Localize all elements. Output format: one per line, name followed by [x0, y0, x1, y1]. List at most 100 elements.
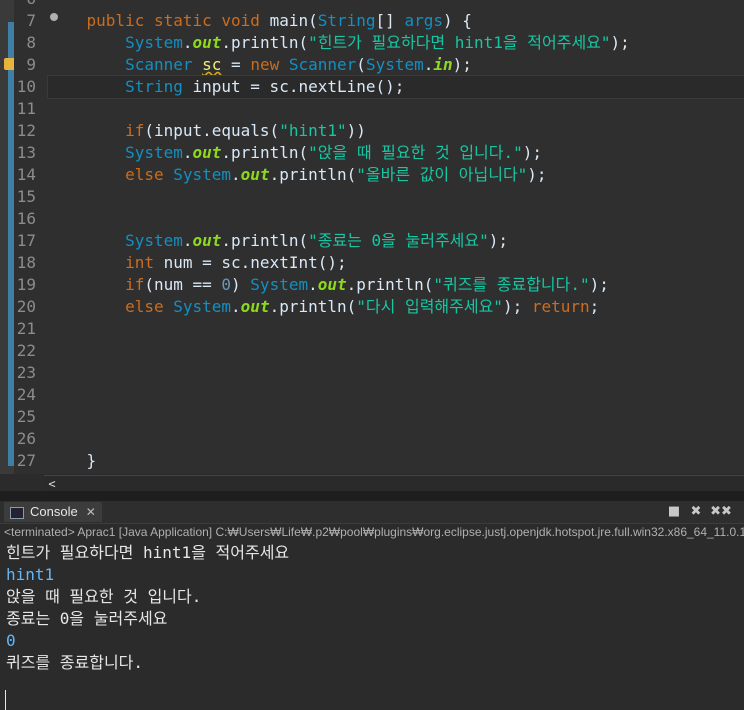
console-line: 종료는 0을 눌러주세요 [6, 609, 168, 628]
tab-console[interactable]: Console ✕ [4, 502, 102, 522]
line-number: 27 [16, 451, 36, 470]
line-number: 24 [16, 385, 36, 404]
code-text: (num == [144, 275, 222, 294]
code-editor[interactable]: 6 7 8 9 10 11 12 13 14 15 16 17 18 19 20… [0, 0, 744, 474]
type-name: System [125, 33, 183, 52]
string-literal: "앉을 때 필요한 것 입니다." [308, 143, 523, 162]
code-line: Scanner sc = new Scanner(System.in); [48, 54, 744, 76]
code-text: } [86, 451, 97, 470]
code-text: )) [346, 121, 366, 140]
line-number: 19 [16, 275, 36, 294]
code-text: . [231, 165, 241, 184]
method-name: main [269, 11, 309, 30]
text-caret [5, 690, 6, 710]
static-field: out [240, 165, 270, 184]
console-line: 힌트가 필요하다면 hint1을 적어주세요 [6, 543, 290, 562]
line-number: 8 [26, 33, 36, 52]
keyword: void [221, 11, 260, 30]
static-field: in [433, 55, 453, 74]
line-number: 7 [26, 11, 36, 30]
line-number: 9 [26, 55, 36, 74]
code-text: ); [527, 165, 547, 184]
line-number: 15 [16, 187, 36, 206]
keyword: if [125, 121, 145, 140]
horizontal-scrollbar[interactable]: < [44, 475, 744, 492]
static-field: out [317, 275, 347, 294]
keyword: int [125, 253, 154, 272]
console-input-line: hint1 [6, 565, 55, 584]
tab-console-label: Console [30, 504, 78, 519]
type-name: System [173, 165, 232, 184]
code-text: ; [589, 297, 600, 316]
line-number: 21 [16, 319, 36, 338]
code-text: .println( [221, 33, 309, 52]
type-name: Scanner [288, 55, 357, 74]
keyword: else [125, 297, 164, 316]
code-text: ); [452, 55, 472, 74]
line-number: 11 [16, 99, 36, 118]
code-line: if(input.equals("hint1")) [48, 120, 744, 142]
remove-launch-icon[interactable]: ✖ [688, 504, 704, 520]
line-number: 25 [16, 407, 36, 426]
string-literal: "힌트가 필요하다면 hint1을 적어주세요" [308, 33, 611, 52]
line-number: 16 [16, 209, 36, 228]
line-number: 18 [16, 253, 36, 272]
remove-all-terminated-icon[interactable]: ✖✖ [710, 504, 732, 520]
type-name: Scanner [125, 55, 193, 74]
console-output[interactable]: 힌트가 필요하다면 hint1을 적어주세요 hint1 앉을 때 필요한 것 … [0, 540, 744, 710]
string-literal: "다시 입력해주세요" [356, 297, 503, 316]
code-text: . [182, 143, 193, 162]
code-area[interactable]: public static void main(String[] args) {… [47, 0, 744, 474]
string-literal: "퀴즈를 종료합니다." [433, 275, 590, 294]
code-text: .println( [269, 165, 357, 184]
code-text: ( [308, 11, 318, 30]
type-name: System [125, 231, 183, 250]
console-process-description: <terminated> Aprac1 [Java Application] C… [4, 525, 744, 539]
code-text: ) { [442, 11, 472, 30]
code-text: [] [375, 11, 405, 30]
code-text: . [182, 231, 193, 250]
code-text: ) [231, 275, 251, 294]
code-text: ); [589, 275, 609, 294]
code-text: ); [502, 297, 532, 316]
line-number: 22 [16, 341, 36, 360]
code-text: ); [488, 231, 509, 250]
static-field: out [192, 33, 222, 52]
line-number: 10 [16, 77, 36, 96]
keyword: if [125, 275, 145, 294]
string-literal: "종료는 0을 눌러주세요" [308, 231, 489, 250]
line-number: 17 [16, 231, 36, 250]
static-field: out [192, 143, 222, 162]
console-input-line: 0 [6, 631, 16, 650]
code-text: input = sc.nextLine(); [182, 77, 405, 96]
line-number-gutter: 6 7 8 9 10 11 12 13 14 15 16 17 18 19 20… [14, 0, 58, 474]
line-number: 12 [16, 121, 36, 140]
console-view[interactable]: Console ✕ ■ ✖ ✖✖ <terminated> Aprac1 [Jav… [0, 501, 744, 710]
keyword: public [86, 11, 145, 30]
code-text: ); [522, 143, 543, 162]
string-literal: "hint1" [279, 121, 347, 140]
keyword: return [531, 297, 590, 316]
code-text: ( [356, 55, 366, 74]
code-line: public static void main(String[] args) { [48, 10, 744, 32]
terminate-icon[interactable]: ■ [666, 504, 682, 520]
console-tabbar: Console ✕ ■ ✖ ✖✖ [0, 501, 744, 524]
static-field: out [192, 231, 222, 250]
scroll-left-icon[interactable]: < [44, 476, 60, 492]
variable-name: sc [202, 55, 222, 74]
param-name: args [404, 11, 443, 30]
code-text: . [182, 33, 193, 52]
keyword: new [250, 55, 280, 74]
code-text: . [423, 55, 434, 74]
string-literal: "올바른 값이 아닙니다" [356, 165, 528, 184]
code-text: .println( [346, 275, 434, 294]
type-name: System [173, 297, 232, 316]
panel-divider[interactable] [0, 491, 744, 501]
code-line: System.out.println("힌트가 필요하다면 hint1을 적어주… [48, 32, 744, 54]
code-line: else System.out.println("올바른 값이 아닙니다"); [48, 164, 744, 186]
close-icon[interactable]: ✕ [86, 505, 96, 519]
type-name: String [317, 11, 376, 30]
code-line: System.out.println("앉을 때 필요한 것 입니다."); [48, 142, 744, 164]
code-line: if(num == 0) System.out.println("퀴즈를 종료합… [48, 274, 744, 296]
current-code-line: String input = sc.nextLine(); [47, 75, 744, 99]
